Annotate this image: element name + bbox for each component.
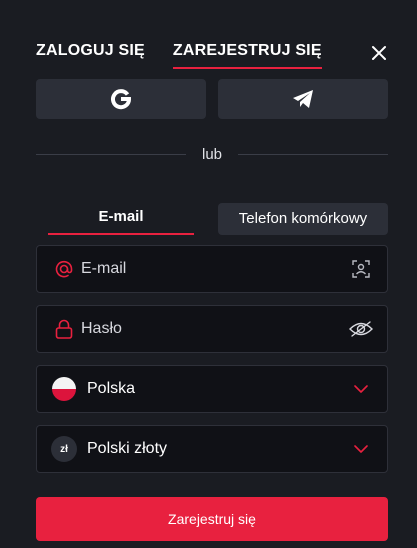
chevron-down-icon	[349, 437, 373, 461]
telegram-icon	[293, 90, 313, 108]
lock-icon	[51, 319, 77, 339]
google-icon	[111, 89, 132, 110]
currency-select[interactable]: zł Polski złoty	[36, 425, 388, 473]
register-method-tabs: E-mail Telefon komórkowy	[36, 203, 388, 235]
register-submit-button[interactable]: Zarejestruj się	[36, 497, 388, 541]
tab-login[interactable]: ZALOGUJ SIĘ	[36, 42, 145, 69]
flag-container	[51, 377, 77, 401]
divider-text: lub	[201, 146, 223, 163]
country-select[interactable]: Polska	[36, 365, 388, 413]
telegram-button[interactable]	[218, 79, 388, 119]
divider-line-left	[36, 154, 186, 155]
close-icon	[372, 46, 386, 60]
at-icon	[51, 259, 77, 279]
face-scan-icon[interactable]	[349, 257, 373, 281]
social-login-row	[36, 79, 388, 119]
chevron-down-icon	[349, 377, 373, 401]
country-value: Polska	[87, 380, 136, 397]
auth-tabs: ZALOGUJ SIĘ ZAREJESTRUJ SIĘ	[36, 42, 322, 69]
email-input[interactable]	[81, 260, 349, 278]
or-divider: lub	[36, 146, 388, 163]
currency-badge: zł	[51, 436, 77, 462]
tab-phone[interactable]: Telefon komórkowy	[218, 203, 388, 235]
tab-register[interactable]: ZAREJESTRUJ SIĘ	[172, 42, 322, 69]
close-button[interactable]	[370, 44, 388, 62]
email-field	[36, 245, 388, 293]
poland-flag-icon	[52, 377, 76, 401]
divider-line-right	[238, 154, 388, 155]
currency-value: Polski złoty	[87, 440, 168, 457]
register-modal: ZALOGUJ SIĘ ZAREJESTRUJ SIĘ lub E-mail T…	[0, 0, 417, 548]
eye-off-icon[interactable]	[349, 317, 373, 341]
password-field	[36, 305, 388, 353]
google-button[interactable]	[36, 79, 206, 119]
password-input[interactable]	[81, 320, 349, 338]
currency-badge-container: zł	[51, 436, 77, 462]
tab-email[interactable]: E-mail	[48, 203, 194, 235]
